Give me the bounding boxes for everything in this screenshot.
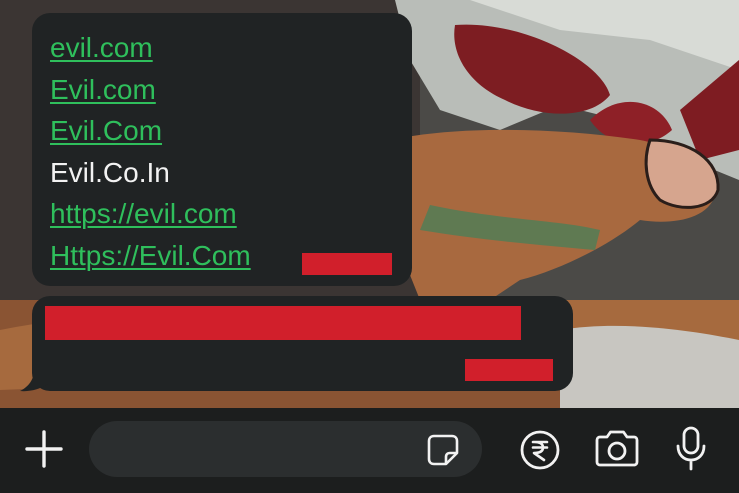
message-link[interactable]: evil.com xyxy=(50,27,251,69)
rupee-payment-icon[interactable] xyxy=(519,429,561,476)
message-input[interactable] xyxy=(111,421,415,479)
redacted-message-text xyxy=(45,306,521,340)
message-bubble xyxy=(32,296,573,391)
message-text-line: Evil.Co.In xyxy=(50,156,170,188)
sticker-icon[interactable] xyxy=(426,433,460,472)
message-link[interactable]: Evil.Com xyxy=(50,110,251,152)
message-link[interactable]: Https://Evil.Com xyxy=(50,235,251,277)
camera-icon[interactable] xyxy=(593,430,641,473)
microphone-icon[interactable] xyxy=(674,426,708,477)
message-input-container[interactable] xyxy=(89,421,482,479)
composer-bar xyxy=(0,408,739,493)
message-bubble: evil.com Evil.com Evil.Com Evil.Co.In ht… xyxy=(32,13,412,286)
message-text: evil.com Evil.com Evil.Com Evil.Co.In ht… xyxy=(50,27,251,276)
message-link[interactable]: Evil.com xyxy=(50,69,251,111)
redacted-timestamp xyxy=(302,253,392,275)
message-link[interactable]: https://evil.com xyxy=(50,193,251,235)
redacted-timestamp xyxy=(465,359,553,381)
bubble-tail xyxy=(20,370,48,392)
plus-icon[interactable] xyxy=(24,429,64,474)
